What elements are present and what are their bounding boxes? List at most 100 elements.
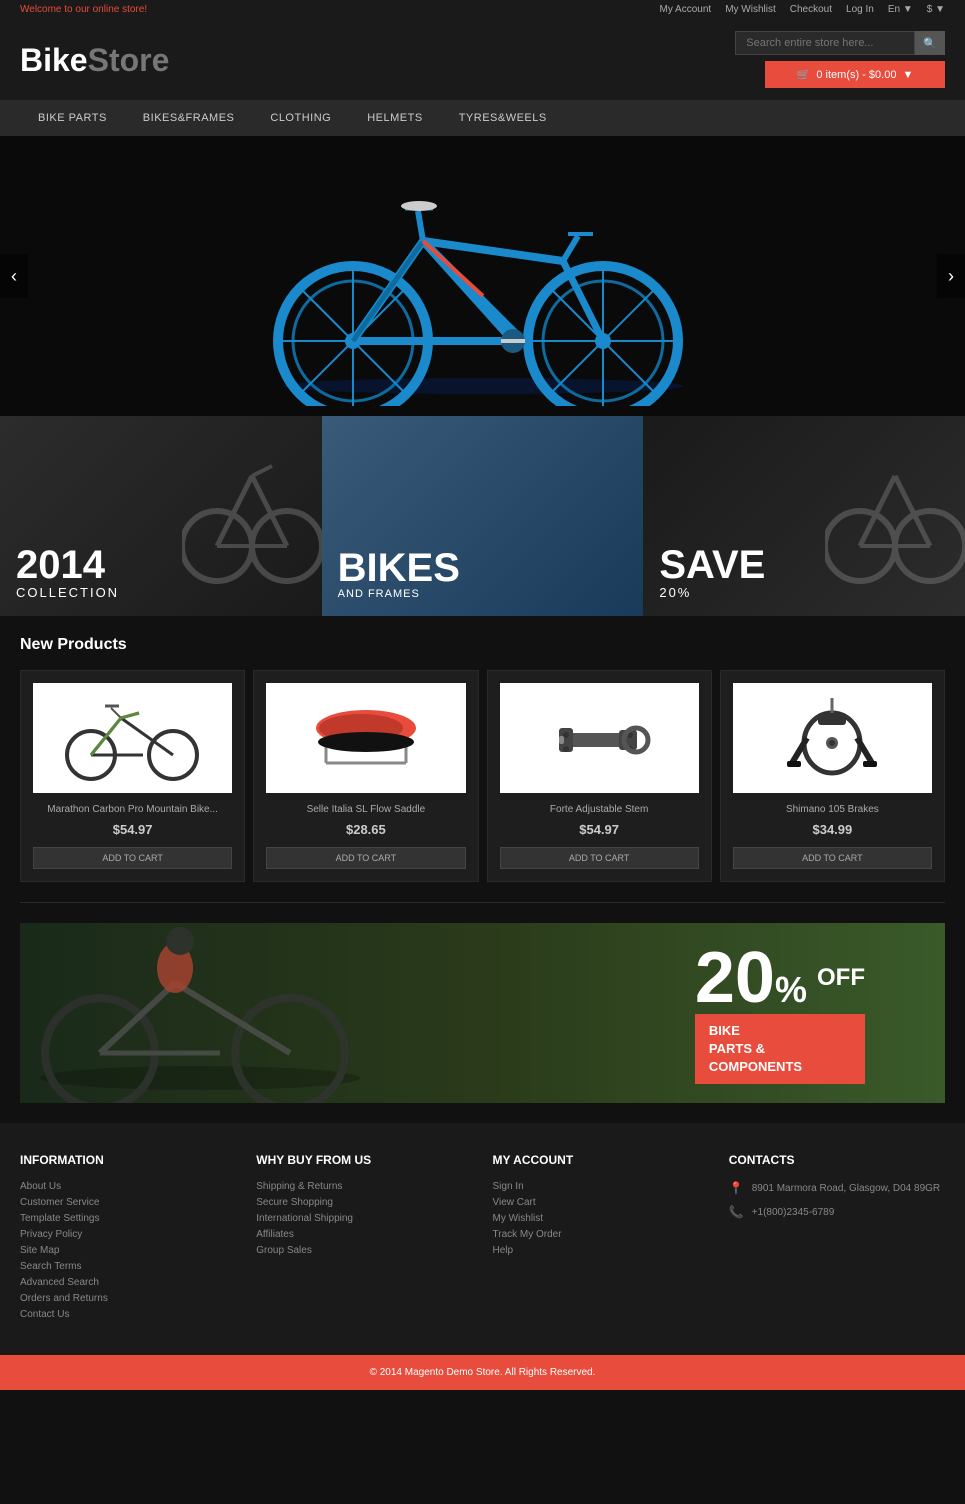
checkout-link[interactable]: Checkout [790, 4, 832, 15]
promo-collection: COLLECTION [16, 585, 119, 600]
log-in-link[interactable]: Log In [846, 4, 874, 15]
promo-panel-collection[interactable]: 2014 COLLECTION [0, 416, 322, 616]
footer-account-title: My account [493, 1153, 709, 1167]
copyright-text: © 2014 Magento Demo Store. All Rights Re… [370, 1367, 596, 1378]
footer-my-wishlist[interactable]: My Wishlist [493, 1213, 709, 1224]
footer-affiliates[interactable]: Affiliates [256, 1229, 472, 1240]
locale-en[interactable]: En ▼ [888, 4, 913, 15]
footer-col-why-buy: Why buy from us Shipping & Returns Secur… [256, 1153, 472, 1325]
product-price-2: $28.65 [266, 822, 465, 837]
slider-next-button[interactable]: › [937, 254, 965, 298]
promo-text-1: 2014 COLLECTION [16, 545, 119, 600]
footer-phone: +1(800)2345-6789 [752, 1205, 835, 1221]
welcome-text: Welcome to our online store! [20, 4, 147, 15]
promo-year: 2014 [16, 545, 119, 585]
product-price-1: $54.97 [33, 822, 232, 837]
footer-col-contacts: Contacts 📍 8901 Marmora Road, Glasgow, D… [729, 1153, 945, 1325]
cart-chevron-icon: ▼ [902, 69, 913, 81]
nav-item-tyres[interactable]: TYRES&WEELS [441, 100, 565, 136]
footer-phone-row: 📞 +1(800)2345-6789 [729, 1205, 945, 1221]
footer-about-us[interactable]: About Us [20, 1181, 236, 1192]
footer-info-title: Information [20, 1153, 236, 1167]
footer-main: Information About Us Customer Service Te… [0, 1123, 965, 1355]
footer-contact-us[interactable]: Contact Us [20, 1309, 236, 1320]
footer-privacy-policy[interactable]: Privacy Policy [20, 1229, 236, 1240]
product-name-1: Marathon Carbon Pro Mountain Bike... [33, 803, 232, 816]
my-account-link[interactable]: My Account [660, 4, 712, 15]
footer-contacts-title: Contacts [729, 1153, 945, 1167]
footer-sign-in[interactable]: Sign In [493, 1181, 709, 1192]
nav-item-clothing[interactable]: CLOTHING [252, 100, 349, 136]
my-wishlist-link[interactable]: My Wishlist [725, 4, 776, 15]
footer-shipping-returns[interactable]: Shipping & Returns [256, 1181, 472, 1192]
promo-off-text: OFF [817, 964, 865, 992]
promo-bikes: BIKES [338, 548, 460, 588]
footer-site-map[interactable]: Site Map [20, 1245, 236, 1256]
product-image-4 [733, 683, 932, 793]
footer-col-info: Information About Us Customer Service Te… [20, 1153, 236, 1325]
top-bar: Welcome to our online store! My Account … [0, 0, 965, 19]
search-input[interactable] [735, 31, 915, 55]
footer-template-settings[interactable]: Template Settings [20, 1213, 236, 1224]
footer-customer-service[interactable]: Customer Service [20, 1197, 236, 1208]
promo-banner-content: 20% OFF BIKE PARTS & COMPONENTS [695, 942, 865, 1085]
products-grid: Marathon Carbon Pro Mountain Bike... $54… [20, 670, 945, 882]
promo-bike-3 [825, 416, 965, 596]
promo-panel-bikes[interactable]: BIKES AND FRAMES [322, 416, 644, 616]
promo-panel-save[interactable]: SAVE 20% [643, 416, 965, 616]
promo-cyclist-image [20, 923, 420, 1103]
cart-label: 0 item(s) - $0.00 [816, 69, 896, 81]
promo-tag-3: COMPONENTS [709, 1059, 802, 1074]
product-image-1 [33, 683, 232, 793]
cart-icon: 🛒 [797, 68, 811, 81]
add-to-cart-1[interactable]: ADD TO CART [33, 847, 232, 869]
nav-item-bikes-frames[interactable]: BIKES&FRAMES [125, 100, 253, 136]
footer-address: 8901 Marmora Road, Glasgow, D04 89GR [752, 1181, 940, 1197]
promo-tag-1: BIKE [709, 1023, 740, 1038]
nav-item-helmets[interactable]: HELMETS [349, 100, 440, 136]
logo-bike: Bike [20, 42, 88, 78]
saddle-product-svg [306, 698, 426, 778]
hero-bike-image [223, 146, 743, 406]
product-image-2 [266, 683, 465, 793]
nav-item-bike-parts[interactable]: BIKE PARTS [20, 100, 125, 136]
search-bar: 🔍 [735, 31, 945, 55]
footer-search-terms[interactable]: Search Terms [20, 1261, 236, 1272]
logo[interactable]: BikeStore [20, 44, 169, 76]
phone-icon: 📞 [729, 1205, 744, 1219]
hero-slider: ‹ [0, 136, 965, 416]
product-name-3: Forte Adjustable Stem [500, 803, 699, 816]
promo-percent: 20% [659, 585, 765, 600]
brakes-product-svg [782, 693, 882, 783]
search-button[interactable]: 🔍 [915, 31, 945, 55]
footer-secure-shopping[interactable]: Secure Shopping [256, 1197, 472, 1208]
footer-advanced-search[interactable]: Advanced Search [20, 1277, 236, 1288]
promo-tag: BIKE PARTS & COMPONENTS [695, 1014, 865, 1085]
product-card-4: Shimano 105 Brakes $34.99 ADD TO CART [720, 670, 945, 882]
product-card-3: Forte Adjustable Stem $54.97 ADD TO CART [487, 670, 712, 882]
footer-track-order[interactable]: Track My Order [493, 1229, 709, 1240]
promo-text-2: BIKES AND FRAMES [338, 548, 460, 600]
footer-international-shipping[interactable]: International Shipping [256, 1213, 472, 1224]
add-to-cart-2[interactable]: ADD TO CART [266, 847, 465, 869]
bike-product-svg [63, 693, 203, 783]
footer-group-sales[interactable]: Group Sales [256, 1245, 472, 1256]
header-right: 🔍 🛒 0 item(s) - $0.00 ▼ [735, 31, 945, 88]
locale-currency[interactable]: $ ▼ [927, 4, 945, 15]
add-to-cart-4[interactable]: ADD TO CART [733, 847, 932, 869]
new-products-title: New Products [20, 636, 945, 654]
footer-help[interactable]: Help [493, 1245, 709, 1256]
footer-address-row: 📍 8901 Marmora Road, Glasgow, D04 89GR [729, 1181, 945, 1197]
cart-button[interactable]: 🛒 0 item(s) - $0.00 ▼ [765, 61, 945, 88]
main-nav: BIKE PARTS BIKES&FRAMES CLOTHING HELMETS… [0, 100, 965, 136]
add-to-cart-3[interactable]: ADD TO CART [500, 847, 699, 869]
footer-view-cart[interactable]: View Cart [493, 1197, 709, 1208]
footer-orders-returns[interactable]: Orders and Returns [20, 1293, 236, 1304]
hero-content [0, 136, 965, 416]
stem-product-svg [544, 698, 654, 778]
map-pin-icon: 📍 [729, 1181, 744, 1195]
promo-tag-2: PARTS & [709, 1041, 765, 1056]
footer-bottom: © 2014 Magento Demo Store. All Rights Re… [0, 1355, 965, 1390]
promo-20-text: 20% [695, 942, 807, 1014]
slider-prev-button[interactable]: ‹ [0, 254, 28, 298]
